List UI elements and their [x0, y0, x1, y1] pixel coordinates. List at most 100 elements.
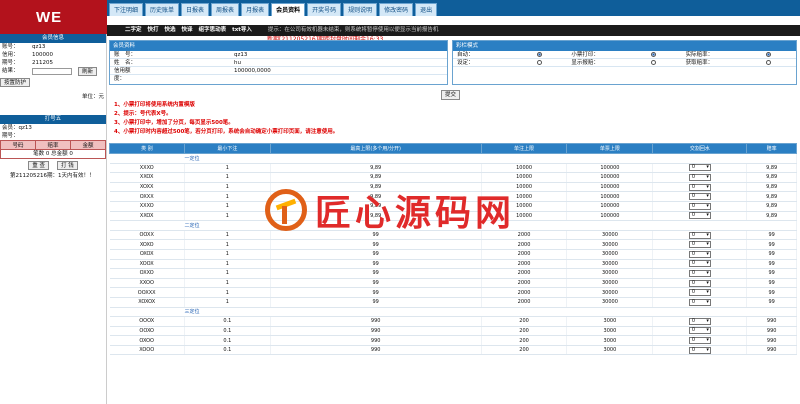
odds-header-0: 类 别	[109, 143, 185, 154]
rebate-select[interactable]: 0	[688, 193, 711, 201]
table-cell: 30000	[566, 297, 654, 308]
rebate-cell: 0	[652, 326, 748, 337]
unit-label: 单位：元	[81, 94, 104, 100]
rebate-select[interactable]: 0	[688, 289, 711, 297]
nav-4[interactable]: 月报表	[241, 3, 270, 16]
rebate-select[interactable]: 0	[688, 327, 711, 335]
table-cell: 990	[270, 316, 482, 327]
subnav-item-4[interactable]: 组字思动表	[199, 25, 227, 36]
subnav-item-3[interactable]: 快译	[182, 25, 193, 36]
radio-icon[interactable]	[765, 52, 771, 57]
table-cell: 1	[184, 230, 271, 241]
brand-logo: WE	[0, 0, 107, 34]
rebate-select[interactable]: 0	[688, 269, 711, 277]
nav-2[interactable]: 日报表	[181, 3, 210, 16]
rebate-cell: 0	[652, 297, 748, 308]
profile-key: 姓 名：	[114, 60, 137, 66]
rebate-cell: 0	[652, 182, 748, 193]
table-cell: 1	[184, 182, 271, 193]
table-cell: 990	[270, 326, 482, 337]
radio-icon[interactable]	[765, 60, 771, 65]
nav-5[interactable]: 会员资料	[271, 3, 306, 16]
rebate-select[interactable]: 0	[688, 279, 711, 287]
mode-label: 显示报赔：	[571, 60, 599, 66]
table-cell: XOXX	[109, 182, 185, 193]
rebate-select[interactable]: 0	[688, 231, 711, 239]
sidebar-info-value: 100000	[32, 52, 53, 58]
table-cell: 2000	[481, 249, 568, 260]
recheck-button[interactable]: 重 查	[28, 161, 50, 170]
submit-button[interactable]: 提交	[441, 90, 461, 100]
rebate-select[interactable]: 0	[688, 212, 711, 220]
refresh-button[interactable]: 刷新	[78, 67, 98, 76]
rebate-select[interactable]: 0	[688, 298, 711, 306]
subnav-item-5[interactable]: txt导入	[232, 25, 252, 36]
table-cell: 100000	[566, 172, 654, 183]
table-row: XXXO19,891000010000009,89	[109, 163, 797, 174]
table-cell: 99	[746, 278, 797, 289]
table-row: XXOO199200030000099	[109, 278, 797, 289]
rebate-select[interactable]: 0	[688, 346, 711, 354]
nav-7[interactable]: 规则说明	[343, 3, 378, 16]
table-cell: 1	[184, 287, 271, 298]
sidebar-info-value: qz13	[32, 44, 46, 50]
subnav-item-1[interactable]: 快打	[148, 25, 159, 36]
rebate-cell: 0	[652, 316, 748, 327]
subnav-item-0[interactable]: 二字定	[125, 25, 142, 36]
table-cell: 3000	[566, 335, 654, 346]
table-row: XOXOX199200030000099	[109, 297, 797, 308]
rebate-select[interactable]: 0	[688, 202, 711, 210]
nav-0[interactable]: 下注明细	[109, 3, 144, 16]
radio-icon[interactable]	[537, 52, 542, 57]
nav-1[interactable]: 历史账单	[145, 3, 180, 16]
print-table: 号码 赔率 金额	[0, 140, 106, 150]
radio-icon[interactable]	[537, 60, 542, 65]
watermark: 匠心源码网	[265, 175, 535, 245]
table-cell: 30000	[566, 278, 654, 289]
result-field[interactable]	[32, 68, 72, 75]
sidebar-info-key: 信用：	[2, 52, 19, 58]
print-setup-button[interactable]: 按置防护	[0, 78, 31, 87]
table-cell: 99	[270, 249, 482, 260]
section-name: 三定位	[109, 307, 797, 318]
table-cell: 1	[184, 259, 271, 270]
profile-key: 信用额度：	[114, 68, 131, 82]
nav-9[interactable]: 退出	[415, 3, 438, 16]
table-cell: OOXO	[109, 326, 185, 337]
print-col-2: 金额	[70, 140, 106, 150]
rebate-select[interactable]: 0	[688, 173, 711, 181]
rebate-select[interactable]: 0	[688, 250, 711, 258]
mode-row: 设定： 显示报赔： 获取赔率：	[453, 59, 796, 67]
sidebar-info-key: 期号：	[2, 60, 19, 66]
table-row: OXOX199200030000099	[109, 249, 797, 260]
nav-6[interactable]: 开奖号码	[307, 3, 342, 16]
radio-icon[interactable]	[651, 52, 657, 57]
table-cell: 3000	[566, 326, 654, 337]
table-cell: 1	[184, 268, 271, 279]
rebate-select[interactable]: 0	[688, 260, 711, 268]
table-cell: 100000	[566, 201, 654, 212]
table-cell: OXOX	[109, 249, 185, 260]
nav-3[interactable]: 周报表	[211, 3, 240, 16]
radio-icon[interactable]	[651, 60, 657, 65]
table-cell: 9,89	[746, 163, 797, 174]
print-button[interactable]: 打 钱	[56, 161, 78, 170]
table-cell: 200	[481, 345, 568, 356]
rebate-select[interactable]: 0	[688, 317, 711, 325]
rebate-select[interactable]: 0	[688, 183, 711, 191]
table-cell: 200	[481, 326, 568, 337]
rebate-cell: 0	[652, 230, 748, 241]
table-cell: 2000	[481, 287, 568, 298]
table-cell: 99	[746, 230, 797, 241]
mode-label: 设定：	[457, 60, 474, 66]
rebate-select[interactable]: 0	[688, 164, 711, 172]
table-cell: XXXO	[109, 201, 185, 212]
table-cell: 9,89	[746, 182, 797, 193]
nav-8[interactable]: 修改密码	[379, 3, 414, 16]
table-cell: XXOX	[109, 211, 185, 222]
print-col-1: 赔率	[35, 140, 71, 150]
subnav-item-2[interactable]: 快选	[165, 25, 176, 36]
rebate-select[interactable]: 0	[688, 241, 711, 249]
play-subnav: 二字定 快打 快选 快译 组字思动表 txt导入 提示：在公司有效机器未结束，则系统将暂停使…	[107, 25, 800, 36]
rebate-select[interactable]: 0	[688, 337, 711, 345]
